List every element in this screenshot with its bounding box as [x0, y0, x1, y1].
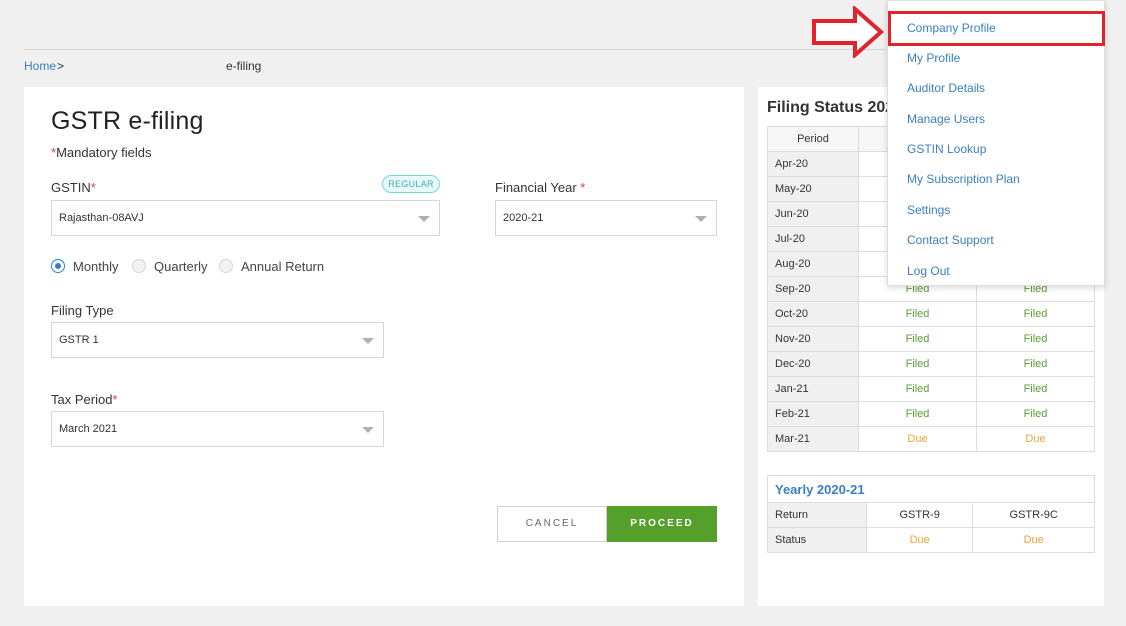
- menu-item-subscription-plan[interactable]: My Subscription Plan: [907, 172, 1020, 186]
- breadcrumb: Home > e-filing: [24, 59, 324, 75]
- mandatory-note: *Mandatory fields: [51, 145, 152, 160]
- chevron-down-icon: [362, 427, 374, 433]
- period-cell: Jun-20: [767, 201, 859, 227]
- status-cell: Filed: [976, 301, 1095, 327]
- gstr9c-header: GSTR-9C: [972, 502, 1095, 528]
- status-cell: Filed: [976, 326, 1095, 352]
- return-label: Return: [767, 502, 867, 528]
- top-divider: [24, 49, 886, 50]
- status-cell: Due: [858, 426, 977, 452]
- yearly-status-table: Yearly 2020-21 Return GSTR-9 GSTR-9C Sta…: [767, 475, 1095, 553]
- breadcrumb-home-link[interactable]: Home: [24, 59, 56, 73]
- status-cell: Filed: [976, 376, 1095, 402]
- table-row: Status Due Due: [767, 527, 1095, 553]
- efiling-form-card: GSTR e-filing *Mandatory fields GSTIN* R…: [24, 87, 744, 606]
- period-cell: Oct-20: [767, 301, 859, 327]
- table-row: Jan-21 Filed Filed: [767, 376, 1095, 402]
- menu-item-manage-users[interactable]: Manage Users: [907, 112, 985, 126]
- tax-period-select[interactable]: March 2021: [51, 411, 384, 447]
- return-frequency-radios: Monthly Quarterly Annual Return: [51, 258, 351, 276]
- radio-quarterly[interactable]: [132, 259, 146, 273]
- menu-item-settings[interactable]: Settings: [907, 203, 950, 217]
- redacted-area: [144, 201, 284, 235]
- menu-item-log-out[interactable]: Log Out: [907, 264, 950, 278]
- filing-type-select[interactable]: GSTR 1: [51, 322, 384, 358]
- period-cell: Jan-21: [767, 376, 859, 402]
- breadcrumb-separator: >: [57, 59, 65, 73]
- breadcrumb-current: e-filing: [226, 59, 262, 73]
- status-cell: Filed: [858, 401, 977, 427]
- radio-annual-return[interactable]: [219, 259, 233, 273]
- radio-annual-return-label[interactable]: Annual Return: [241, 259, 324, 274]
- status-cell: Filed: [858, 376, 977, 402]
- table-row: Dec-20 Filed Filed: [767, 351, 1095, 377]
- status-cell: Filed: [976, 401, 1095, 427]
- yearly-title: Yearly 2020-21: [767, 475, 1095, 503]
- table-row: Return GSTR-9 GSTR-9C: [767, 502, 1095, 528]
- period-cell: Dec-20: [767, 351, 859, 377]
- period-cell: Mar-21: [767, 426, 859, 452]
- period-cell: Jul-20: [767, 226, 859, 252]
- menu-item-gstin-lookup[interactable]: GSTIN Lookup: [907, 142, 986, 156]
- chevron-down-icon: [418, 216, 430, 222]
- chevron-down-icon: [362, 338, 374, 344]
- financial-year-label: Financial Year *: [495, 180, 586, 195]
- table-row: Nov-20 Filed Filed: [767, 326, 1095, 352]
- menu-item-contact-support[interactable]: Contact Support: [907, 233, 994, 247]
- menu-item-my-profile[interactable]: My Profile: [907, 51, 960, 65]
- page-title: GSTR e-filing: [51, 107, 204, 135]
- status-cell: Filed: [858, 326, 977, 352]
- profile-dropdown-menu: Company Profile My Profile Auditor Detai…: [887, 0, 1105, 286]
- status-cell: Filed: [858, 301, 977, 327]
- status-cell: Due: [976, 426, 1095, 452]
- table-row: Feb-21 Filed Filed: [767, 401, 1095, 427]
- table-row: Oct-20 Filed Filed: [767, 301, 1095, 327]
- gstin-type-badge: REGULAR: [382, 175, 440, 193]
- cancel-button[interactable]: CANCEL: [497, 506, 607, 542]
- period-cell: Sep-20: [767, 276, 859, 302]
- filing-type-label: Filing Type: [51, 303, 114, 318]
- gstin-label: GSTIN*: [51, 180, 96, 195]
- period-header: Period: [767, 126, 859, 152]
- period-cell: Nov-20: [767, 326, 859, 352]
- period-cell: Feb-21: [767, 401, 859, 427]
- menu-item-company-profile[interactable]: Company Profile: [907, 21, 996, 35]
- tax-period-label: Tax Period*: [51, 392, 118, 407]
- gstr9c-status: Due: [972, 527, 1095, 553]
- radio-quarterly-label[interactable]: Quarterly: [154, 259, 207, 274]
- period-cell: Aug-20: [767, 251, 859, 277]
- filing-status-title: Filing Status 202: [767, 99, 895, 116]
- table-row: Mar-21 Due Due: [767, 426, 1095, 452]
- status-cell: Filed: [976, 351, 1095, 377]
- red-arrow-annotation: [812, 6, 885, 58]
- gstin-select[interactable]: Rajasthan-08AVJP: [51, 200, 440, 236]
- radio-monthly[interactable]: [51, 259, 65, 273]
- menu-item-auditor-details[interactable]: Auditor Details: [907, 81, 985, 95]
- gstr9-status: Due: [865, 527, 974, 553]
- gstr9-header: GSTR-9: [865, 502, 974, 528]
- proceed-button[interactable]: PROCEED: [607, 506, 717, 542]
- chevron-down-icon: [695, 216, 707, 222]
- period-cell: Apr-20: [767, 151, 859, 177]
- status-cell: Filed: [858, 351, 977, 377]
- period-cell: May-20: [767, 176, 859, 202]
- status-label: Status: [767, 527, 867, 553]
- radio-monthly-label[interactable]: Monthly: [73, 259, 119, 274]
- financial-year-select[interactable]: 2020-21: [495, 200, 717, 236]
